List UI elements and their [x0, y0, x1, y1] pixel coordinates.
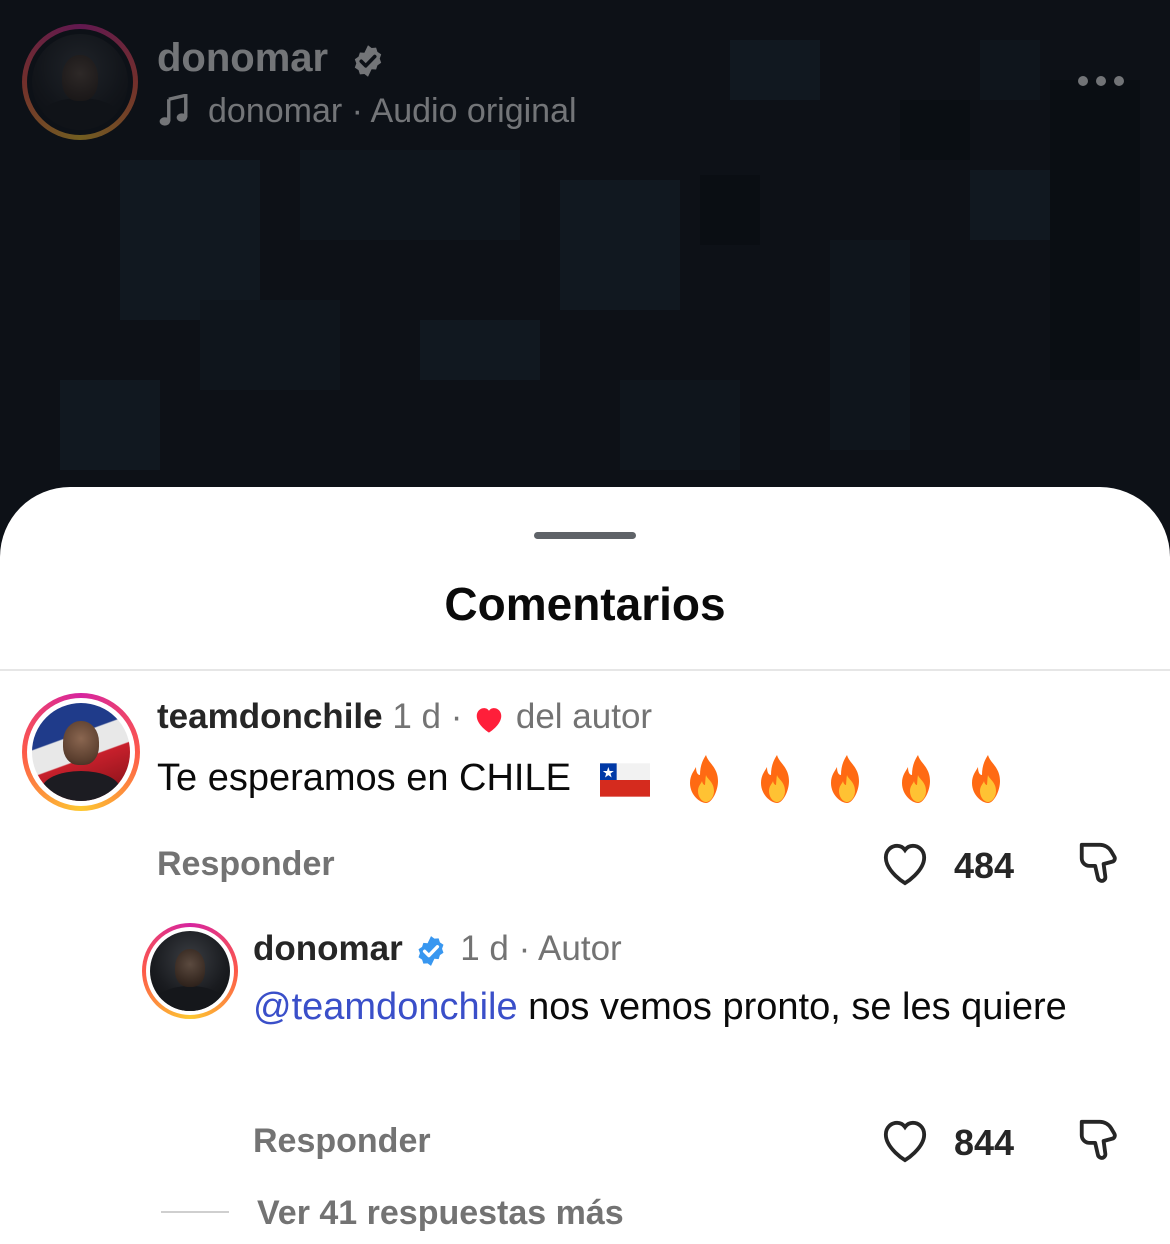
- reply-avatar[interactable]: [142, 923, 238, 1019]
- comment-time: 1 d ·: [392, 697, 463, 736]
- reply-username[interactable]: donomar: [253, 929, 403, 968]
- verified-badge-icon: [354, 45, 382, 77]
- reply-meta: 1 d · Autor: [460, 929, 622, 968]
- comment-username[interactable]: teamdonchile: [157, 697, 383, 736]
- comments-sheet: Comentarios teamdonchile 1 d · del autor…: [0, 487, 1170, 1244]
- like-count: 484: [954, 845, 1015, 886]
- like-heart-icon[interactable]: [880, 841, 930, 887]
- like-heart-icon[interactable]: [880, 1118, 930, 1164]
- reply-text: nos vemos pronto, se les quiere: [517, 986, 1067, 1028]
- replies-connector-line: [161, 1211, 229, 1213]
- like-count: 844: [954, 1122, 1015, 1163]
- dislike-icon[interactable]: [1076, 1116, 1122, 1164]
- fire-emoji-icon: [901, 755, 930, 803]
- reel-author-avatar[interactable]: [22, 24, 138, 140]
- more-dot-icon: [1114, 76, 1124, 86]
- view-more-replies-button[interactable]: Ver 41 respuestas más: [257, 1194, 624, 1233]
- music-note-icon: [159, 94, 188, 126]
- more-options-button[interactable]: [1078, 66, 1130, 96]
- reply-button[interactable]: Responder: [157, 845, 335, 884]
- sheet-divider: [0, 669, 1170, 671]
- liked-by-author-label: del autor: [515, 697, 653, 736]
- comment-header: teamdonchile 1 d · del autor: [157, 697, 652, 737]
- verified-badge-icon: [419, 935, 444, 966]
- reply-body: @teamdonchile nos vemos pronto, se les q…: [253, 983, 1083, 1031]
- fire-emoji-icon: [760, 755, 789, 803]
- chile-flag-icon: [599, 763, 650, 797]
- comment-avatar[interactable]: [22, 693, 140, 811]
- fire-emoji-icon: [972, 755, 1001, 803]
- comment-body: Te esperamos en CHILE: [157, 753, 1012, 807]
- comment-text: Te esperamos en CHILE: [157, 757, 571, 800]
- reply-button[interactable]: Responder: [253, 1122, 431, 1161]
- sheet-title: Comentarios: [444, 578, 726, 630]
- reel-author-username[interactable]: donomar: [157, 36, 328, 81]
- more-dot-icon: [1078, 76, 1088, 86]
- fire-emoji-icon: [690, 755, 719, 803]
- sheet-grabber-handle[interactable]: [534, 532, 636, 539]
- reply-header: donomar 1 d · Autor: [253, 929, 622, 969]
- more-dot-icon: [1096, 76, 1106, 86]
- reel-header: donomar donomar · Audio original: [0, 0, 1170, 150]
- fire-emoji-icon: [831, 755, 860, 803]
- mention-link[interactable]: @teamdonchile: [253, 986, 518, 1028]
- audio-label[interactable]: donomar · Audio original: [208, 92, 577, 131]
- dislike-icon[interactable]: [1076, 839, 1122, 887]
- heart-filled-icon: [476, 707, 502, 733]
